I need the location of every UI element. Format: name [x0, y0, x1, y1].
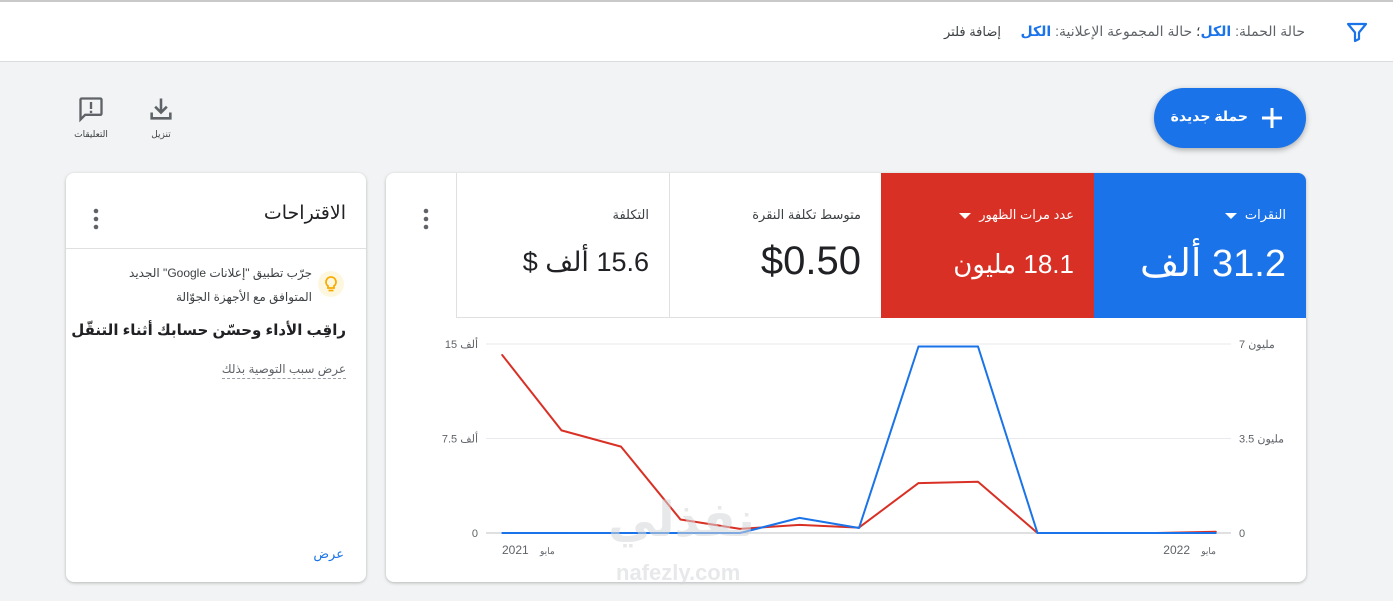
performance-chart: 15 ألف 7 مليون 7.5 ألف 3.5 مليون 0 0 2021 مايو 2… — [442, 337, 1284, 557]
metric-clicks-value: 31.2 ألف — [1140, 243, 1286, 285]
dropdown-arrow-icon[interactable] — [959, 212, 972, 219]
filter-bar: حالة الحملة: الكل؛ حالة المجموعة الإعلان… — [0, 0, 1393, 62]
x-tick-label-prefix: مايو — [539, 546, 555, 557]
feedback-icon — [79, 97, 103, 123]
filter-summary[interactable]: حالة الحملة: الكل؛ حالة المجموعة الإعلان… — [1021, 23, 1305, 40]
metric-cost-value: 15.6 ألف $ — [522, 247, 649, 277]
new-campaign-button[interactable]: حملة جديدة — [1154, 88, 1306, 148]
suggestions-card: الاقتراحات جرّب تطبيق "إعلانات Google" ا… — [66, 173, 366, 582]
adgroup-status-label: حالة المجموعة الإعلانية: — [1055, 23, 1193, 39]
add-filter-button[interactable]: إضافة فلتر — [944, 24, 1001, 40]
data-point — [1215, 532, 1217, 534]
download-label: تنزيل — [151, 129, 171, 139]
right-tick-label: 3.5 مليون — [1239, 434, 1284, 446]
new-campaign-label: حملة جديدة — [1170, 108, 1248, 124]
metric-cost-label: التكلفة — [612, 207, 649, 222]
data-point — [917, 482, 920, 484]
x-tick-label: 2021 — [502, 543, 529, 557]
data-point — [679, 532, 682, 534]
campaign-status-value: الكل — [1200, 23, 1232, 39]
metric-avg-cpc-label: متوسط تكلفة النقرة — [752, 207, 861, 222]
data-point — [1036, 532, 1039, 534]
left-tick-label: 0 — [472, 528, 478, 540]
x-tick-label-prefix: مايو — [1200, 546, 1216, 557]
suggestion-headline: راقِب الأداء وحسّن حسابك أثناء التنقّل — [71, 322, 346, 339]
data-point — [798, 517, 801, 519]
data-point — [739, 528, 741, 530]
suggestion-text: جرّب تطبيق "إعلانات Google" الجديد المتو… — [129, 266, 312, 304]
data-point — [560, 532, 563, 534]
right-tick-label: 7 مليون — [1239, 339, 1275, 351]
download-button[interactable]: تنزيل — [136, 95, 186, 140]
right-tick-label: 0 — [1239, 528, 1245, 540]
lightbulb-icon — [318, 271, 344, 297]
left-tick-label: 15 ألف — [445, 337, 478, 351]
metric-clicks-label: النقرات — [1244, 207, 1286, 222]
data-point — [858, 527, 860, 529]
suggestions-title: الاقتراحات — [263, 203, 346, 224]
left-tick-label: 7.5 ألف — [442, 432, 478, 446]
data-point — [620, 445, 622, 448]
x-tick-label: 2022 — [1163, 543, 1190, 557]
campaign-status-label: حالة الحملة: — [1235, 23, 1305, 39]
metric-avg-cpc[interactable]: متوسط تكلفة النقرة $0.50 — [669, 173, 881, 318]
metric-impressions-label: عدد مرات الظهور — [979, 207, 1074, 222]
feedback-button[interactable]: التعليقات — [66, 95, 116, 140]
data-point — [560, 429, 563, 432]
performance-card: النقرات 31.2 ألف عدد مرات الظهور 18.1 مل… — [386, 173, 1306, 582]
data-point — [620, 532, 622, 534]
data-point — [1096, 532, 1098, 534]
data-point — [917, 345, 920, 348]
more-vert-icon[interactable] — [86, 207, 106, 231]
data-point — [977, 480, 979, 483]
filter-icon[interactable] — [1345, 20, 1369, 44]
plus-icon — [1262, 108, 1282, 128]
series-line-clicks — [502, 345, 1216, 534]
metric-impressions[interactable]: عدد مرات الظهور 18.1 مليون — [881, 173, 1094, 318]
data-point — [977, 345, 979, 348]
metric-cost[interactable]: التكلفة 15.6 ألف $ — [456, 173, 669, 318]
why-recommendation-link[interactable]: عرض سبب التوصية بذلك — [221, 362, 346, 379]
data-point — [501, 532, 503, 534]
more-vert-icon[interactable] — [416, 207, 436, 231]
series-line-impressions — [501, 354, 1217, 534]
metric-avg-cpc-value: $0.50 — [760, 239, 861, 283]
data-point — [798, 524, 801, 526]
view-link[interactable]: عرض — [313, 546, 344, 562]
data-point — [739, 532, 741, 534]
dropdown-arrow-icon[interactable] — [1224, 212, 1237, 219]
metric-impressions-value: 18.1 مليون — [953, 249, 1074, 279]
data-point — [501, 354, 503, 356]
divider — [66, 248, 366, 249]
data-point — [679, 518, 682, 521]
download-icon — [150, 98, 172, 120]
metric-clicks[interactable]: النقرات 31.2 ألف — [1094, 173, 1306, 318]
feedback-label: التعليقات — [74, 129, 108, 139]
adgroup-status-value: الكل — [1020, 23, 1052, 39]
data-point — [1155, 532, 1158, 534]
